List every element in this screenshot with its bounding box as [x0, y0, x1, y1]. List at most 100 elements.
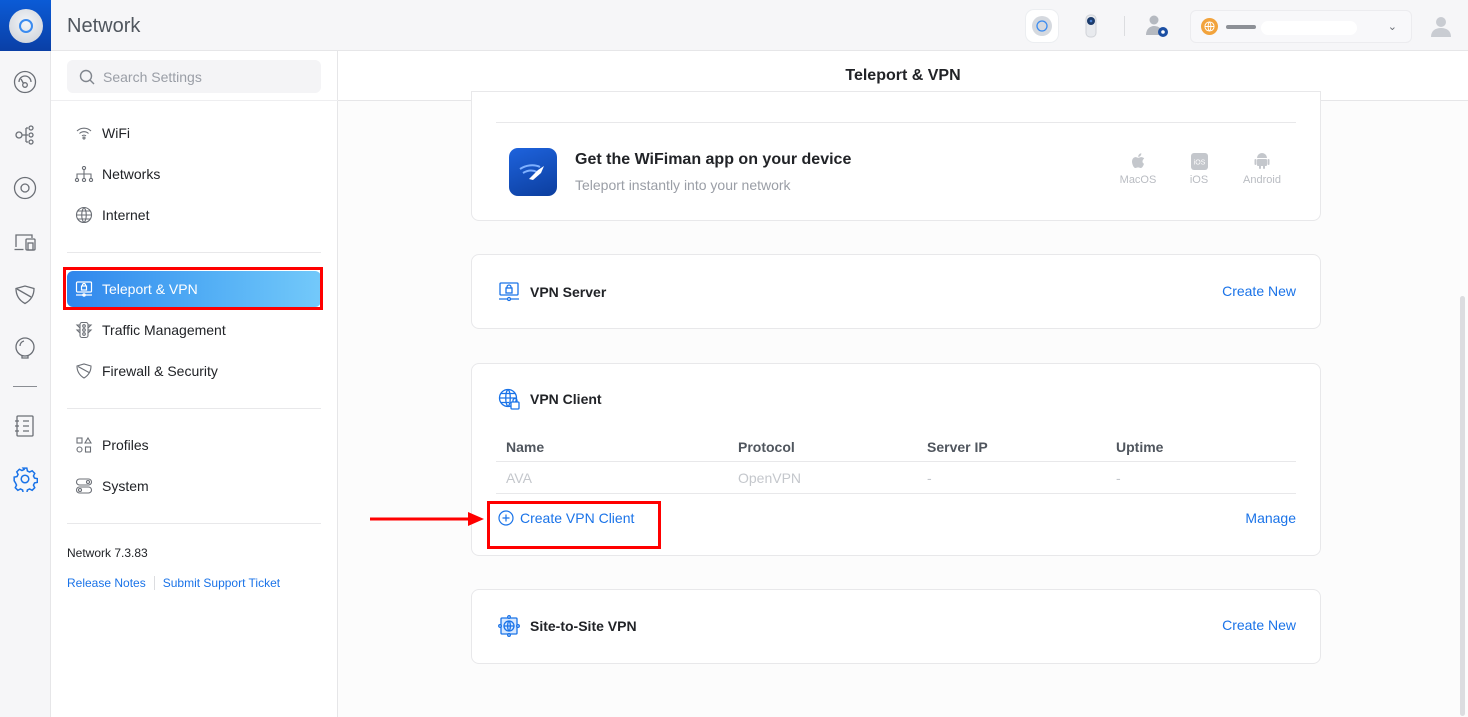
platform-macos[interactable]: MacOS	[1113, 151, 1163, 186]
unifi-logo[interactable]	[0, 0, 51, 51]
table-header-row: Name Protocol Server IP Uptime	[496, 432, 1296, 462]
column-header-uptime[interactable]: Uptime	[1106, 439, 1296, 455]
devices-icon[interactable]	[12, 175, 38, 201]
globe-icon	[73, 204, 95, 226]
notebook-icon[interactable]	[12, 413, 38, 439]
sidebar-item-label: WiFi	[102, 125, 130, 141]
user-avatar-icon	[1431, 17, 1451, 37]
vpn-client-table: Name Protocol Server IP Uptime AVA OpenV…	[496, 432, 1296, 494]
cell-uptime: -	[1116, 469, 1121, 486]
sidebar-top-divider	[51, 100, 338, 101]
shield-icon[interactable]	[12, 282, 38, 308]
manage-vpn-clients-button[interactable]: Manage	[1245, 510, 1296, 526]
sidebar-item-internet[interactable]: Internet	[67, 197, 321, 233]
column-header-protocol[interactable]: Protocol	[728, 439, 917, 455]
search-input[interactable]	[103, 68, 303, 85]
sidebar-item-wifi[interactable]: WiFi	[67, 115, 321, 151]
shield-icon	[73, 360, 95, 382]
rail-divider	[13, 386, 37, 387]
ios-icon: iOS	[1174, 151, 1224, 171]
platform-label: MacOS	[1119, 174, 1157, 186]
site-globe-icon	[1201, 18, 1218, 35]
apple-icon	[1113, 151, 1163, 171]
clients-icon[interactable]	[12, 229, 38, 255]
dashboard-icon[interactable]	[12, 69, 38, 95]
traffic-light-icon	[73, 319, 95, 341]
sidebar-divider	[67, 523, 321, 524]
column-header-name[interactable]: Name	[496, 439, 728, 455]
camera-device-button[interactable]	[1075, 10, 1107, 42]
unifi-logo-icon	[8, 8, 43, 43]
platform-label: iOS	[1189, 174, 1209, 186]
wifiman-title: Get the WiFiman app on your device	[575, 151, 852, 168]
scrollbar[interactable]	[1460, 296, 1465, 716]
sidebar-divider	[67, 252, 321, 253]
gateway-device-button[interactable]	[1026, 10, 1058, 42]
table-row[interactable]: AVA OpenVPN - -	[496, 462, 1296, 494]
sidebar-item-traffic-management[interactable]: Traffic Management	[67, 312, 321, 348]
gear-icon[interactable]	[12, 466, 38, 492]
platform-label: Android	[1243, 174, 1281, 186]
shapes-icon	[73, 434, 95, 456]
platform-android[interactable]: Android	[1237, 151, 1287, 186]
vpn-client-title: VPN Client	[530, 391, 602, 407]
vpn-monitor-icon	[73, 278, 95, 300]
platform-ios[interactable]: iOS iOS	[1174, 151, 1224, 186]
page-title: Teleport & VPN	[845, 67, 961, 84]
site-name-redacted-2	[1261, 21, 1357, 35]
sidebar-item-label: Firewall & Security	[102, 363, 218, 379]
site-to-site-card: Site-to-Site VPN Create New	[471, 589, 1321, 664]
avatar[interactable]	[1430, 14, 1452, 38]
vpn-client-header: VPN Client	[498, 388, 602, 410]
sidebar-item-profiles[interactable]: Profiles	[67, 427, 321, 463]
site-selector[interactable]: ⌄	[1190, 10, 1412, 43]
wifiman-card: Get the WiFiman app on your device Telep…	[471, 91, 1321, 221]
vpn-client-globe-lock-icon	[498, 388, 520, 410]
vpn-client-card: VPN Client Name Protocol Server IP Uptim…	[471, 363, 1321, 556]
sidebar-item-networks[interactable]: Networks	[67, 156, 321, 192]
sidebar-item-system[interactable]: System	[67, 468, 321, 504]
android-icon	[1237, 151, 1287, 171]
plus-circle-icon	[498, 510, 514, 526]
vpn-server-card: VPN Server Create New	[471, 254, 1321, 329]
card-divider	[496, 122, 1296, 123]
sidebar-item-label: Networks	[102, 166, 161, 182]
site-to-site-create-new-button[interactable]: Create New	[1222, 617, 1296, 633]
sidebar-divider	[67, 408, 321, 409]
create-vpn-client-button[interactable]: Create VPN Client	[498, 510, 634, 526]
wifiman-subtitle: Teleport instantly into your network	[575, 177, 791, 193]
wifi-icon	[73, 122, 95, 144]
column-header-server-ip[interactable]: Server IP	[917, 439, 1106, 455]
sidebar-item-firewall-security[interactable]: Firewall & Security	[67, 353, 321, 389]
site-name-redacted	[1226, 25, 1256, 29]
vpn-server-create-new-button[interactable]: Create New	[1222, 283, 1296, 299]
wifiman-logo-icon	[519, 164, 544, 180]
svg-text:iOS: iOS	[1193, 159, 1205, 166]
top-divider	[1124, 16, 1125, 36]
cell-protocol: OpenVPN	[738, 469, 802, 486]
search-box[interactable]	[67, 60, 321, 93]
gateway-icon	[1032, 16, 1052, 36]
app-version: Network 7.3.83	[67, 546, 148, 560]
release-notes-link[interactable]: Release Notes	[67, 576, 146, 590]
bulb-icon[interactable]	[12, 335, 38, 361]
cell-server-ip: -	[927, 469, 932, 486]
admin-settings-button[interactable]	[1141, 10, 1173, 42]
main-content: Get the WiFiman app on your device Telep…	[338, 91, 1468, 717]
site-to-site-header: Site-to-Site VPN	[498, 615, 637, 637]
vpn-server-header: VPN Server	[498, 281, 606, 303]
sidebar-item-teleport-vpn[interactable]: Teleport & VPN	[67, 271, 321, 307]
site-to-site-title: Site-to-Site VPN	[530, 618, 637, 634]
app-root: Network ⌄ WiFi	[0, 0, 1468, 717]
topology-icon[interactable]	[12, 122, 38, 148]
submit-support-ticket-link[interactable]: Submit Support Ticket	[163, 576, 280, 590]
sidebar-item-label: Teleport & VPN	[102, 281, 198, 297]
footer-links: Release Notes Submit Support Ticket	[67, 576, 280, 590]
app-rail	[0, 0, 51, 717]
camera-icon	[1085, 14, 1097, 38]
wifiman-app-icon	[509, 148, 557, 196]
site-to-site-icon	[498, 615, 520, 637]
settings-sidebar: WiFi Networks Internet Teleport & VPN Tr…	[51, 51, 338, 717]
networks-icon	[73, 163, 95, 185]
cell-name: AVA	[506, 469, 532, 486]
